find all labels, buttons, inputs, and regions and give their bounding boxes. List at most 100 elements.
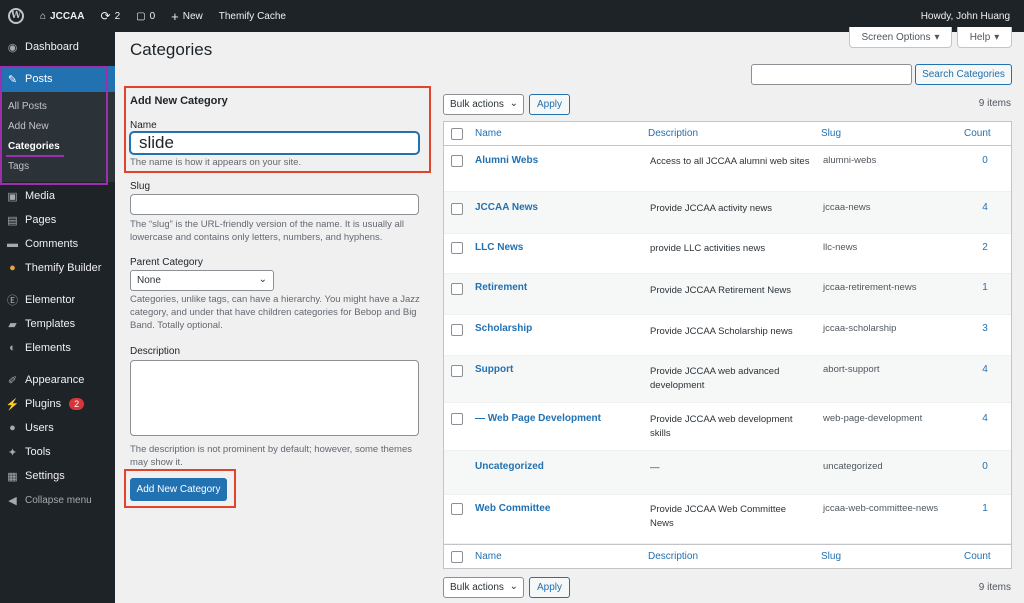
category-name-link[interactable]: — Web Page Development [475,413,601,424]
category-count-link[interactable]: 2 [979,242,991,253]
sidebar-item-templates[interactable]: ▰ Templates [0,312,115,336]
category-slug: jccaa-scholarship [823,323,897,334]
name-label: Name [130,120,157,131]
submenu-add-new[interactable]: Add New [0,116,115,136]
new-content-link[interactable]: + New [163,0,211,32]
select-all-checkbox-footer[interactable] [451,551,463,563]
row-checkbox[interactable] [451,365,463,377]
table-row: Alumni Webs Access to all JCCAA alumni w… [444,147,1011,192]
category-name-link[interactable]: Uncategorized [475,461,544,472]
elementor-icon: Ⓔ [7,295,18,307]
column-footer-name[interactable]: Name [475,551,502,562]
sidebar-item-themify-builder[interactable]: ● Themify Builder [0,256,115,280]
screen-options-button[interactable]: Screen Options ▾ [849,27,952,48]
add-new-category-button[interactable]: Add New Category [130,478,227,501]
sidebar-item-comments[interactable]: ▬ Comments [0,232,115,256]
submenu-categories[interactable]: Categories [0,136,115,156]
media-icon: ▣ [7,190,18,203]
category-name-link[interactable]: Retirement [475,282,527,293]
caret-down-icon: ▾ [994,31,1000,43]
themify-icon: ● [9,262,16,274]
column-header-count[interactable]: Count [964,128,991,139]
sidebar-item-label: Comments [25,238,79,250]
sidebar-item-pages[interactable]: ▤ Pages [0,208,115,232]
apply-button-top[interactable]: Apply [529,94,570,115]
sidebar-item-elements[interactable]: ◐ Elements [0,336,115,360]
category-count-link[interactable]: 4 [979,202,991,213]
parent-category-hint: Categories, unlike tags, can have a hier… [130,294,420,331]
search-input[interactable] [751,64,912,85]
row-checkbox[interactable] [451,324,463,336]
home-icon: ⌂ [40,10,47,22]
category-name-link[interactable]: LLC News [475,242,523,253]
sidebar-item-plugins[interactable]: ⚡ Plugins 2 [0,392,115,416]
category-description: Provide JCCAA Web Committee News [650,504,787,529]
wp-logo-button[interactable]: W [0,0,32,32]
sidebar-item-users[interactable]: ● Users [0,416,115,440]
help-button[interactable]: Help ▾ [957,27,1012,48]
plugin-icon: ⚡ [5,398,20,411]
category-name-link[interactable]: JCCAA News [475,202,538,213]
row-checkbox[interactable] [451,283,463,295]
new-label: New [182,10,203,22]
collapse-menu-button[interactable]: ◀ Collapse menu [0,488,115,512]
category-description: — [650,462,660,473]
submenu-tags[interactable]: Tags [0,156,115,176]
sidebar-item-dashboard[interactable]: ◉ Dashboard [0,35,115,59]
table-row: Scholarship Provide JCCAA Scholarship ne… [444,315,1011,356]
category-name-link[interactable]: Scholarship [475,323,532,334]
items-count-top: 9 items [978,98,1011,109]
parent-category-select[interactable]: None ⌄ [130,270,274,291]
bulk-actions-select-bottom[interactable]: Bulk actions ⌄ [443,577,524,598]
updates-link[interactable]: ⟳ 2 [93,0,129,32]
select-all-checkbox[interactable] [451,128,463,140]
column-footer-description[interactable]: Description [648,551,698,562]
row-checkbox[interactable] [451,242,463,254]
category-name-link[interactable]: Alumni Webs [475,155,538,166]
slug-input[interactable] [130,194,419,215]
site-name-link[interactable]: ⌂ JCCAA [32,0,93,32]
sidebar-item-tools[interactable]: ✦ Tools [0,440,115,464]
parent-category-label: Parent Category [130,257,203,268]
search-categories-button[interactable]: Search Categories [915,64,1012,85]
column-header-slug[interactable]: Slug [821,128,841,139]
comments-link[interactable]: ▢ 0 [128,0,163,32]
sidebar-item-media[interactable]: ▣ Media [0,184,115,208]
column-footer-slug[interactable]: Slug [821,551,841,562]
apply-button-bottom[interactable]: Apply [529,577,570,598]
name-input[interactable]: slide [130,132,419,154]
row-checkbox[interactable] [451,413,463,425]
column-header-description[interactable]: Description [648,128,698,139]
sidebar-item-settings[interactable]: ▦ Settings [0,464,115,488]
category-count-link[interactable]: 3 [979,323,991,334]
category-count-link[interactable]: 4 [979,413,991,424]
category-count-link[interactable]: 1 [979,503,991,514]
themify-cache-link[interactable]: Themify Cache [211,0,294,32]
table-row: Web Committee Provide JCCAA Web Committe… [444,495,1011,544]
sidebar-item-elementor[interactable]: Ⓔ Elementor [0,288,115,312]
category-description: Provide JCCAA activity news [650,203,772,214]
category-name-link[interactable]: Web Committee [475,503,550,514]
categories-underline [6,155,64,157]
category-count-link[interactable]: 4 [979,364,991,375]
category-count-link[interactable]: 0 [979,461,991,472]
column-header-name[interactable]: Name [475,128,502,139]
chevron-down-icon: ⌄ [258,274,267,285]
sidebar-item-posts[interactable]: ✎ Posts [0,66,115,92]
help-label: Help [969,31,991,43]
category-slug: jccaa-retirement-news [823,282,917,293]
column-footer-count[interactable]: Count [964,551,991,562]
sidebar-item-label: Settings [25,470,65,482]
row-checkbox[interactable] [451,503,463,515]
bulk-actions-select-top[interactable]: Bulk actions ⌄ [443,94,524,115]
description-textarea[interactable] [130,360,419,436]
category-count-link[interactable]: 1 [979,282,991,293]
row-checkbox[interactable] [451,203,463,215]
row-checkbox[interactable] [451,155,463,167]
category-slug: web-page-development [823,413,923,424]
submenu-all-posts[interactable]: All Posts [0,96,115,116]
category-count-link[interactable]: 0 [979,155,991,166]
category-name-link[interactable]: Support [475,364,513,375]
sidebar-item-label: Pages [25,214,57,226]
sidebar-item-appearance[interactable]: ✐ Appearance [0,368,115,392]
